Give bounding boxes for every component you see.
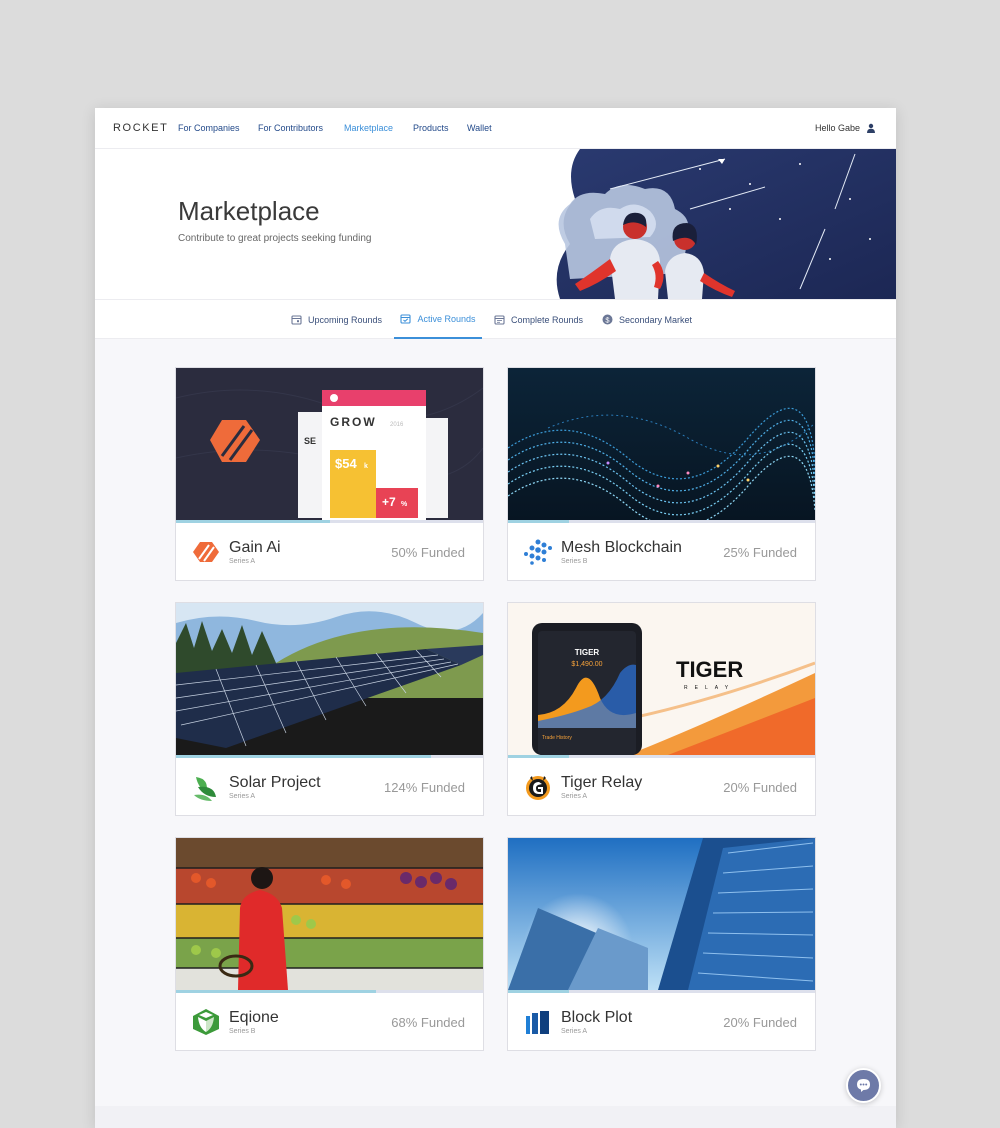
- calendar-icon: [400, 314, 412, 324]
- funding-progress-bar: [508, 990, 815, 993]
- card-growth-suffix: %: [401, 501, 408, 508]
- funding-progress-fill: [176, 990, 376, 993]
- tab-label: Active Rounds: [417, 313, 476, 324]
- calendar-icon: [291, 315, 302, 325]
- project-card-solar-project[interactable]: Solar Project Series A 124% Funded: [175, 602, 484, 816]
- user-icon[interactable]: [866, 123, 876, 133]
- tiger-wordmark: TIGER: [676, 657, 743, 682]
- block-plot-logo: [526, 1011, 549, 1034]
- project-name: Tiger Relay: [561, 774, 643, 791]
- tab-label: Upcoming Rounds: [308, 314, 383, 325]
- app-window: ROCKET For Companies For Contributors Ma…: [95, 108, 896, 1128]
- project-name: Block Plot: [561, 1009, 633, 1026]
- project-card-mesh-blockchain[interactable]: Mesh Blockchain Series B 25% Funded: [507, 367, 816, 581]
- project-series: Series B: [229, 1028, 256, 1035]
- calendar-icon: [494, 315, 505, 325]
- project-series: Series A: [229, 793, 256, 800]
- card-image-gain-ai: SE GROW 2016 $54 k +7 %: [176, 368, 483, 520]
- tab-secondary-market[interactable]: $ Secondary Market: [602, 300, 692, 339]
- page-subtitle: Contribute to great projects seeking fun…: [178, 233, 372, 244]
- nav-link-for-contributors[interactable]: For Contributors: [258, 123, 323, 133]
- card-image-block-plot: [508, 838, 815, 990]
- card-growth-text: +7: [382, 495, 396, 509]
- card-image-tiger-relay: TIGER $1,490.00 Trade History TIGER RELA…: [508, 603, 815, 755]
- funding-progress-fill: [508, 990, 570, 993]
- nav-link-for-companies[interactable]: For Companies: [178, 123, 240, 133]
- project-series: Series A: [561, 793, 588, 800]
- phone-balance-text: $1,490.00: [571, 661, 602, 668]
- project-funded-percent: 20% Funded: [723, 780, 797, 795]
- project-funded-percent: 50% Funded: [391, 545, 465, 560]
- phone-trade-text: Trade History: [542, 735, 572, 741]
- funding-progress-bar: [176, 990, 483, 993]
- tab-complete-rounds[interactable]: Complete Rounds: [494, 300, 583, 339]
- tab-label: Secondary Market: [619, 314, 693, 325]
- project-funded-percent: 25% Funded: [723, 545, 797, 560]
- card-side-text: SE: [304, 436, 316, 446]
- brand-logo[interactable]: ROCKET: [113, 122, 168, 134]
- project-funded-percent: 68% Funded: [391, 1015, 465, 1030]
- phone-brand-text: TIGER: [575, 648, 600, 657]
- funding-progress-fill: [176, 520, 330, 523]
- funding-progress-fill: [508, 755, 570, 758]
- project-name: Solar Project: [229, 774, 321, 791]
- project-name: Eqione: [229, 1009, 279, 1026]
- top-nav: ROCKET For Companies For Contributors Ma…: [95, 108, 896, 149]
- card-amount-text: $54: [335, 456, 357, 471]
- round-tabs: Upcoming Rounds Active Rounds Complete R…: [95, 299, 896, 339]
- mesh-blockchain-logo: [524, 539, 552, 565]
- project-series: Series A: [229, 558, 256, 565]
- project-series: Series B: [561, 558, 588, 565]
- project-series: Series A: [561, 1028, 588, 1035]
- hero-banner: Marketplace Contribute to great projects…: [95, 149, 896, 299]
- card-amount-suffix: k: [364, 463, 368, 470]
- nav-link-products[interactable]: Products: [413, 123, 449, 133]
- tab-active-rounds[interactable]: Active Rounds: [394, 300, 482, 339]
- hero-illustration: [556, 149, 896, 299]
- card-grow-text: GROW: [330, 415, 377, 429]
- card-image-solar-project: [176, 603, 483, 755]
- card-year-text: 2016: [390, 422, 404, 428]
- funding-progress-bar: [176, 755, 483, 758]
- nav-link-wallet[interactable]: Wallet: [467, 123, 492, 133]
- tiger-relay-logo: [526, 776, 550, 800]
- user-greeting[interactable]: Hello Gabe: [815, 123, 860, 133]
- gain-ai-logo: [193, 542, 219, 562]
- project-card-gain-ai[interactable]: SE GROW 2016 $54 k +7 % Gain Ai Series A…: [175, 367, 484, 581]
- funding-progress-fill: [176, 755, 431, 758]
- project-card-eqione[interactable]: Eqione Series B 68% Funded: [175, 837, 484, 1051]
- card-image-mesh-blockchain: [508, 368, 815, 520]
- chat-bubble-icon: [857, 1079, 870, 1092]
- tiger-wordmark-sub: RELAY: [684, 685, 735, 691]
- page-footer: [95, 1106, 896, 1128]
- project-name: Mesh Blockchain: [561, 539, 682, 556]
- page-title: Marketplace: [178, 196, 320, 226]
- tab-upcoming-rounds[interactable]: Upcoming Rounds: [291, 300, 382, 339]
- funding-progress-bar: [508, 755, 815, 758]
- project-funded-percent: 20% Funded: [723, 1015, 797, 1030]
- dollar-coin-icon: $: [602, 314, 613, 325]
- project-funded-percent: 124% Funded: [384, 780, 465, 795]
- eqione-logo: [193, 1009, 219, 1035]
- tab-label: Complete Rounds: [511, 314, 584, 325]
- project-name: Gain Ai: [229, 539, 281, 556]
- chat-button[interactable]: [846, 1068, 881, 1103]
- nav-link-marketplace[interactable]: Marketplace: [344, 123, 393, 133]
- solar-project-logo: [194, 777, 216, 801]
- funding-progress-bar: [176, 520, 483, 523]
- project-card-block-plot[interactable]: Block Plot Series A 20% Funded: [507, 837, 816, 1051]
- card-image-eqione: [176, 838, 483, 990]
- project-card-tiger-relay[interactable]: TIGER $1,490.00 Trade History TIGER RELA…: [507, 602, 816, 816]
- funding-progress-bar: [508, 520, 815, 523]
- funding-progress-fill: [508, 520, 570, 523]
